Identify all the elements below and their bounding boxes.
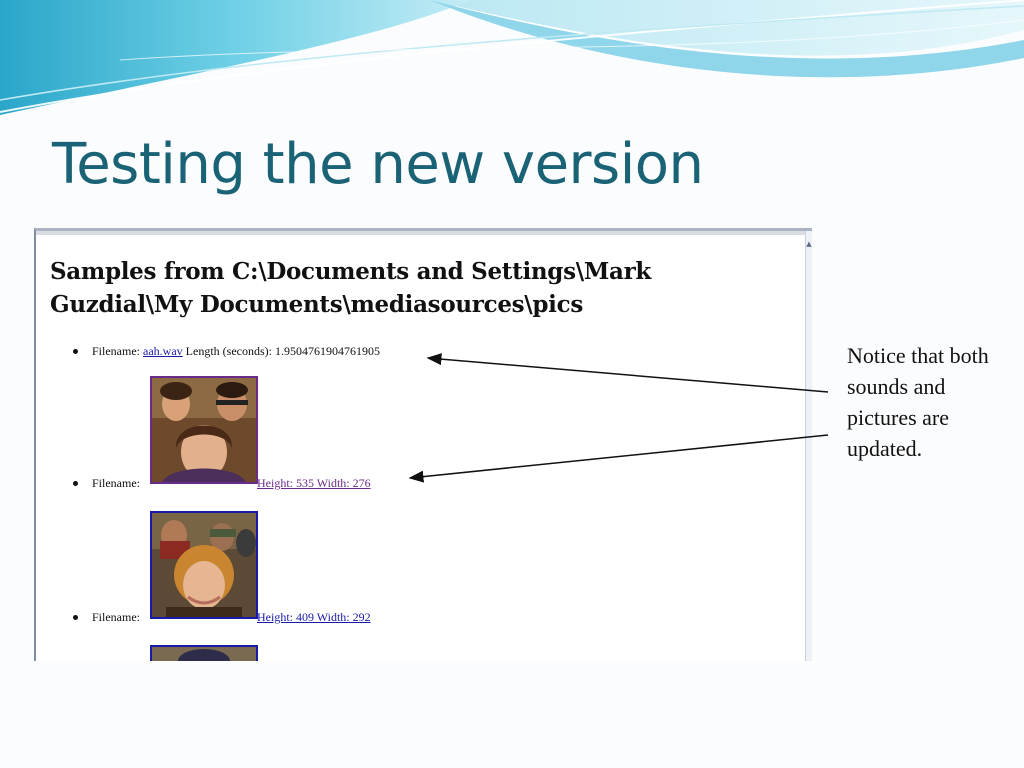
picture-1-link[interactable]: Height: 535 Width: 276 [257,476,371,490]
scroll-up-arrow-icon[interactable]: ▲ [806,239,812,249]
group-photo-thumbnail[interactable] [150,376,258,484]
browser-window: ▲ Samples from C:\Documents and Settings… [34,228,812,661]
sound-file-link[interactable]: aah.wav [143,344,183,358]
bullet [73,481,78,486]
page-heading: Samples from C:\Documents and Settings\M… [50,258,652,318]
filename-label: Filename: [92,610,140,624]
partial-photo-thumbnail[interactable] [150,645,258,661]
bullet [73,349,78,354]
sound-length-text: Length (seconds): 1.9504761904761905 [185,344,380,358]
vertical-scrollbar[interactable]: ▲ [805,231,812,661]
bullet [73,615,78,620]
browser-toolbar-edge [36,231,812,235]
curly-hair-photo-thumbnail[interactable] [150,511,258,619]
filename-label: Filename: [92,476,140,490]
filename-label: Filename: [92,344,140,358]
annotation-note: Notice that both sounds and pictures are… [847,343,989,461]
slide-title: Testing the new version [52,132,704,197]
picture-2-link[interactable]: Height: 409 Width: 292 [257,610,371,624]
